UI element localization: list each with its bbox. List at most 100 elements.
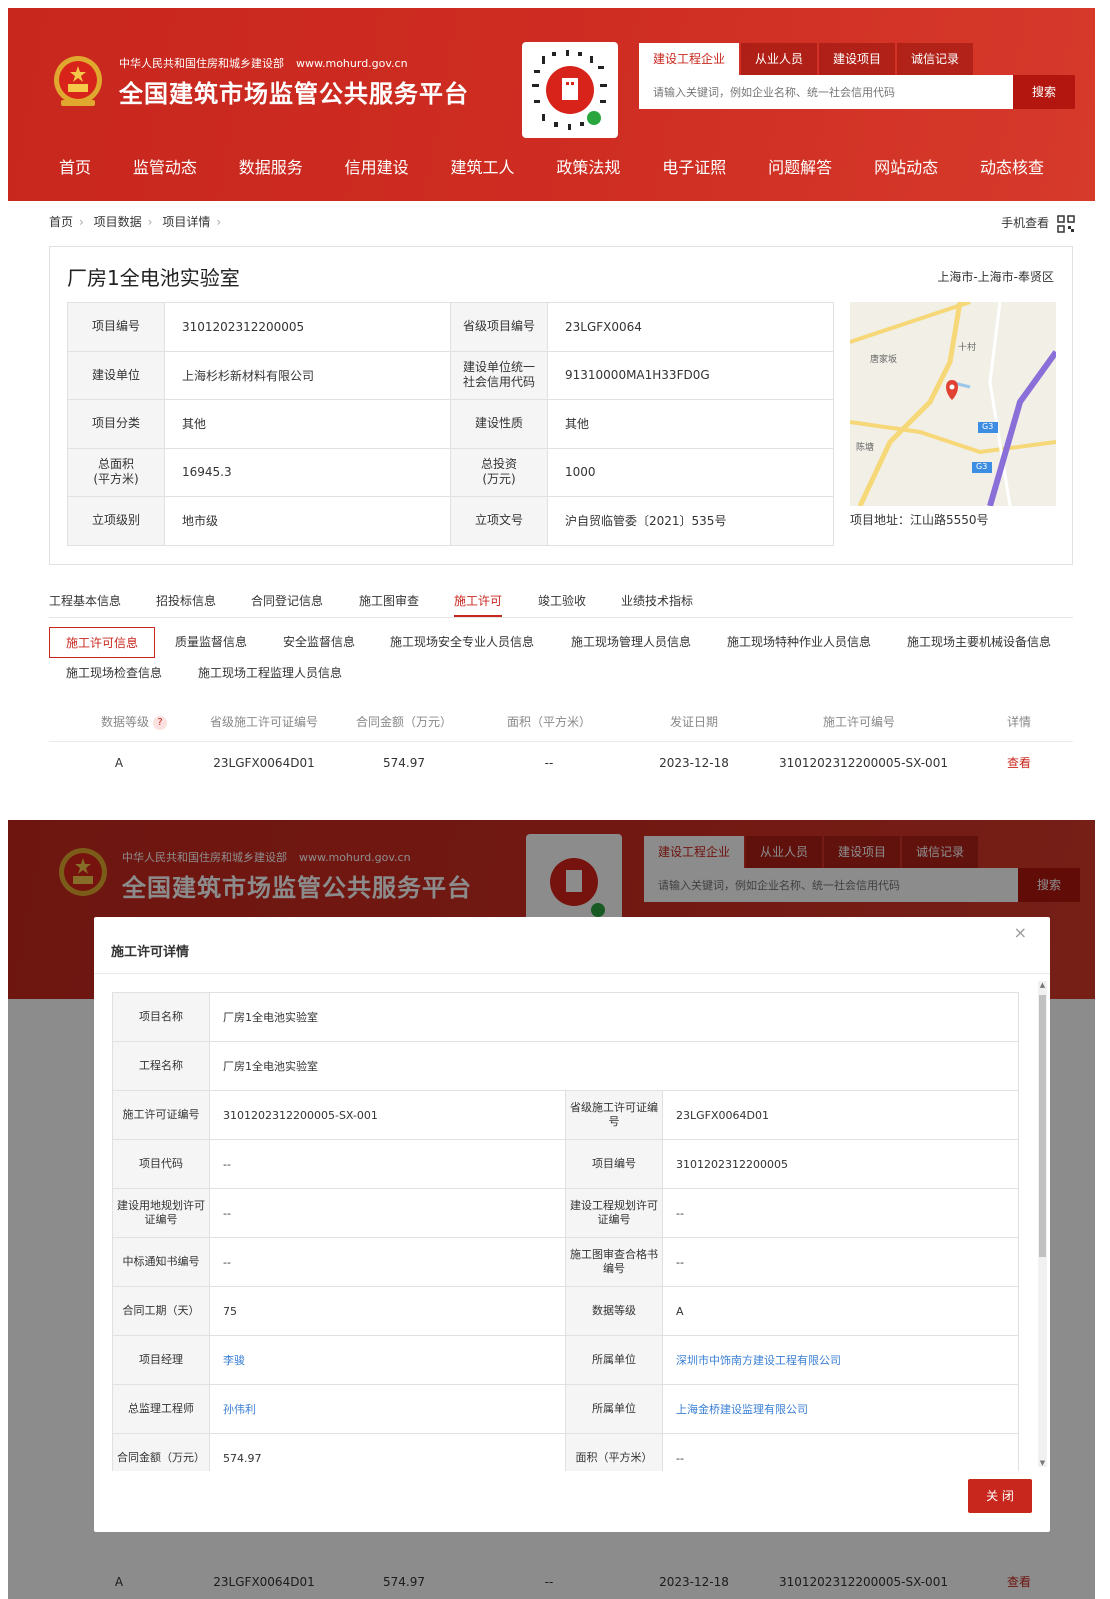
subtab-safety-staff[interactable]: 施工现场安全专业人员信息 [390, 627, 534, 658]
search-button[interactable]: 搜索 [1013, 75, 1075, 109]
table-row: 工程名称 厂房1全电池实验室 [112, 1041, 1019, 1091]
field-label: 省级项目编号 [450, 302, 548, 352]
search-input[interactable] [639, 75, 1013, 109]
tab-completion[interactable]: 竣工验收 [538, 592, 586, 609]
nav-dynamic-check[interactable]: 动态核查 [980, 154, 1044, 194]
chief-supervisor-link[interactable]: 孙伟利 [209, 1384, 566, 1434]
field-label: 项目名称 [112, 992, 210, 1042]
tab-drawing-review[interactable]: 施工图审查 [359, 592, 419, 609]
field-value: -- [209, 1188, 566, 1238]
field-value: A [662, 1286, 1019, 1336]
map-label: G3 [982, 422, 994, 431]
project-location-map[interactable]: 唐家坂 十村 陈塘 G3 G3 [850, 302, 1056, 506]
table-row: 中标通知书编号 -- 施工图审查合格书编号 -- [112, 1237, 1019, 1287]
breadcrumb-project-data[interactable]: 项目数据 [94, 215, 142, 229]
close-icon[interactable]: × [1014, 923, 1027, 942]
table-row: 总监理工程师 孙伟利 所属单位 上海金桥建设监理有限公司 [112, 1384, 1019, 1434]
subtab-supervisors[interactable]: 施工现场工程监理人员信息 [198, 658, 342, 689]
field-value: 其他 [547, 399, 834, 449]
supervisor-company-link[interactable]: 上海金桥建设监理有限公司 [662, 1384, 1019, 1434]
tab-bidding[interactable]: 招投标信息 [156, 592, 216, 609]
nav-regulatory-news[interactable]: 监管动态 [133, 154, 197, 194]
scroll-down-icon[interactable]: ▼ [1038, 1459, 1047, 1467]
field-value: -- [209, 1139, 566, 1189]
table-row: 项目代码 -- 项目编号 3101202312200005 [112, 1139, 1019, 1189]
scrollbar-thumb[interactable] [1039, 995, 1046, 1257]
nav-e-certificates[interactable]: 电子证照 [662, 154, 726, 194]
field-label: 中标通知书编号 [112, 1237, 210, 1287]
field-label: 建设单位 [67, 350, 165, 400]
field-label: 立项文号 [450, 496, 548, 546]
view-detail-link[interactable]: 查看 [989, 743, 1049, 783]
ministry-url[interactable]: www.mohurd.gov.cn [296, 57, 408, 70]
field-label: 所属单位 [565, 1384, 663, 1434]
cell-area: -- [544, 756, 554, 770]
field-value: 厂房1全电池实验室 [209, 1041, 1019, 1091]
field-label: 项目分类 [67, 399, 165, 449]
project-manager-link[interactable]: 李骏 [209, 1335, 566, 1385]
field-value: 沪自贸临管委〔2021〕535号 [547, 496, 834, 546]
search-box [639, 75, 1013, 109]
modal-scrollbar[interactable]: ▲ ▼ [1038, 981, 1047, 1467]
field-label: 总投资(万元) [450, 447, 548, 497]
subtab-managers[interactable]: 施工现场管理人员信息 [571, 627, 691, 658]
search-tab-project[interactable]: 建设项目 [819, 43, 896, 75]
subtab-machinery[interactable]: 施工现场主要机械设备信息 [907, 627, 1051, 658]
subtab-safety[interactable]: 安全监督信息 [283, 627, 355, 658]
search-tab-enterprise[interactable]: 建设工程企业 [639, 43, 740, 75]
search-tab-personnel[interactable]: 从业人员 [741, 43, 818, 75]
nav-home[interactable]: 首页 [59, 154, 91, 194]
breadcrumb-home[interactable]: 首页 [49, 215, 73, 229]
nav-policies[interactable]: 政策法规 [556, 154, 620, 194]
field-label: 项目编号 [67, 302, 165, 352]
field-label: 所属单位 [565, 1335, 663, 1385]
tab-construction-permit[interactable]: 施工许可 [454, 592, 503, 617]
nav-credit[interactable]: 信用建设 [345, 154, 409, 194]
nav-data-service[interactable]: 数据服务 [239, 154, 303, 194]
field-label: 总面积(平方米) [67, 447, 165, 497]
chevron-right-icon: › [216, 215, 222, 229]
tab-basic-info[interactable]: 工程基本信息 [49, 592, 121, 609]
ministry-subtitle: 中华人民共和国住房和城乡建设部 www.mohurd.gov.cn [119, 57, 408, 70]
tab-performance[interactable]: 业绩技术指标 [621, 592, 693, 609]
cell-provincial-permit-no: 23LGFX0064D01 [213, 756, 315, 770]
field-label: 建设单位统一社会信用代码 [450, 350, 548, 400]
field-value: 91310000MA1H33FD0G [547, 350, 834, 400]
subtab-permit-info[interactable]: 施工许可信息 [49, 627, 156, 658]
field-label: 施工图审查合格书编号 [565, 1237, 663, 1287]
field-value: 上海杉杉新材料有限公司 [164, 350, 451, 400]
permit-table-header: 数据等级? 省级施工许可证编号 合同金额（万元） 面积（平方米） 发证日期 施工… [49, 702, 1073, 742]
project-title: 厂房1全电池实验室 [67, 266, 240, 290]
field-label: 面积（平方米） [565, 1433, 663, 1471]
project-location: 上海市-上海市-奉贤区 [937, 270, 1054, 284]
nav-site-news[interactable]: 网站动态 [874, 154, 938, 194]
cell-data-level: A [114, 756, 124, 770]
close-button[interactable]: 关 闭 [968, 1479, 1032, 1513]
table-row: 建设用地规划许可证编号 -- 建设工程规划许可证编号 -- [112, 1188, 1019, 1238]
project-info-table: 项目编号 3101202312200005 省级项目编号 23LGFX0064 … [67, 302, 834, 546]
field-value: -- [662, 1237, 1019, 1287]
permit-detail-modal: 施工许可详情 × 项目名称 厂房1全电池实验室 工程名称 厂房1全电池实验室 施… [94, 917, 1050, 1532]
nav-workers[interactable]: 建筑工人 [451, 154, 515, 194]
table-row: A 23LGFX0064D01 574.97 -- 2023-12-18 310… [49, 743, 1073, 783]
scroll-up-icon[interactable]: ▲ [1038, 981, 1047, 989]
field-label: 省级施工许可证编号 [565, 1090, 663, 1140]
subtab-inspection[interactable]: 施工现场检查信息 [66, 658, 162, 689]
search-tab-credit[interactable]: 诚信记录 [897, 43, 974, 75]
contractor-link[interactable]: 深圳市中饰南方建设工程有限公司 [662, 1335, 1019, 1385]
subtab-special-workers[interactable]: 施工现场特种作业人员信息 [727, 627, 871, 658]
field-label: 工程名称 [112, 1041, 210, 1091]
col-contract-amount: 合同金额（万元） [355, 715, 452, 729]
tab-contract[interactable]: 合同登记信息 [251, 592, 323, 609]
chevron-right-icon: › [147, 215, 153, 229]
field-value: 1000 [547, 447, 834, 497]
mobile-view-label: 手机查看 [1001, 216, 1050, 230]
mobile-view-link[interactable]: 手机查看 [1001, 214, 1075, 233]
table-row: 施工许可证编号 3101202312200005-SX-001 省级施工许可证编… [112, 1090, 1019, 1140]
subtab-quality[interactable]: 质量监督信息 [175, 627, 247, 658]
field-value: 3101202312200005 [164, 302, 451, 352]
nav-faq[interactable]: 问题解答 [768, 154, 832, 194]
help-icon[interactable]: ? [153, 715, 167, 730]
table-row: 总面积(平方米) 16945.3 总投资(万元) 1000 [67, 447, 834, 497]
table-row: 建设单位 上海杉杉新材料有限公司 建设单位统一社会信用代码 91310000MA… [67, 350, 834, 400]
